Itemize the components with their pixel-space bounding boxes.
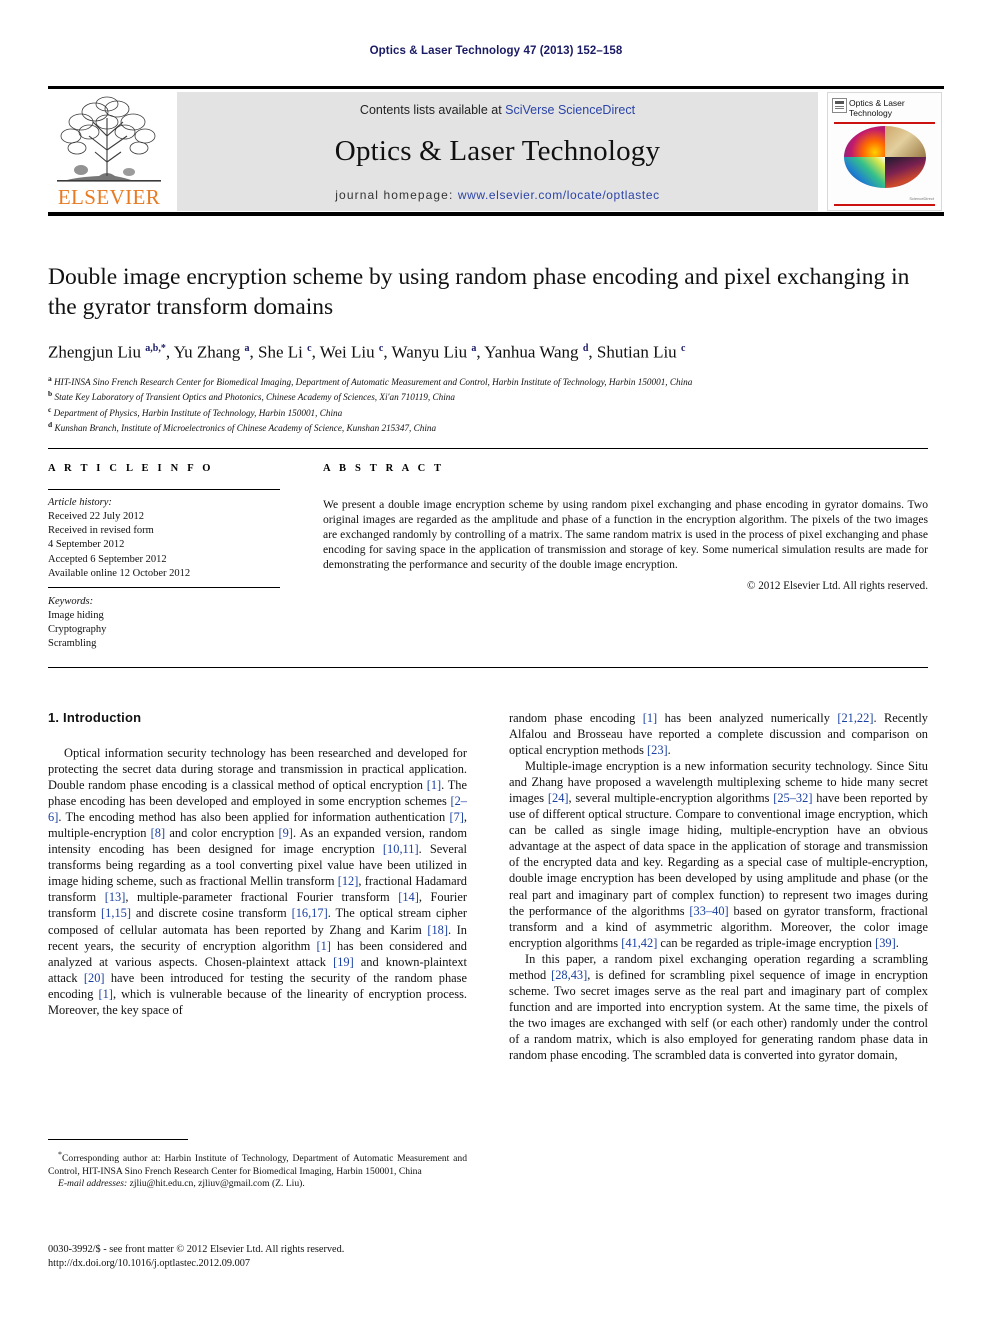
infoband-top-rule (48, 448, 928, 449)
abstract-text: We present a double image encryption sch… (323, 498, 928, 572)
cover-montage-image (844, 126, 926, 188)
journal-cover-thumbnail[interactable]: Optics & Laser Technology ScienceDirect (827, 92, 942, 211)
imprint-line-doi[interactable]: http://dx.doi.org/10.1016/j.optlastec.20… (48, 1257, 548, 1271)
article-history-rule-bottom (48, 587, 280, 589)
running-head: Optics & Laser Technology 47 (2013) 152–… (369, 45, 623, 57)
body-paragraph: Multiple-image encryption is a new infor… (509, 759, 928, 950)
footnote-block: *Corresponding author at: Harbin Institu… (48, 1149, 467, 1190)
cover-quadrant-br (885, 157, 926, 188)
cover-red-rule-bottom (834, 204, 935, 206)
body-paragraph: Optical information security technology … (48, 746, 468, 1017)
abstract-heading: A B S T R A C T (323, 463, 445, 474)
journal-masthead: ELSEVIER Contents lists available at Sci… (48, 86, 944, 216)
cover-quadrant-tl (844, 126, 885, 157)
keyword-item: Cryptography (48, 624, 107, 636)
body-column-right: random phase encoding [1] has been analy… (509, 710, 928, 1063)
cover-red-rule-top (834, 122, 935, 124)
article-history-item: Accepted 6 September 2012 (48, 553, 167, 565)
masthead-bottom-rule (48, 212, 944, 216)
masthead-top-rule (48, 86, 944, 89)
affiliation-item: b State Key Laboratory of Transient Opti… (48, 389, 455, 403)
article-history-item: Received 22 July 2012 (48, 511, 144, 522)
imprint-block: 0030-3992/$ - see front matter © 2012 El… (48, 1243, 548, 1271)
masthead-center-panel: Contents lists available at SciVerse Sci… (177, 92, 818, 211)
affiliation-list: a HIT-INSA Sino French Research Center f… (48, 373, 928, 435)
contents-prefix: Contents lists available at (359, 103, 506, 117)
author-list: Zhengjun Liu a,b,*, Yu Zhang a, She Li c… (48, 342, 686, 362)
body-paragraph: In this paper, a random pixel exchanging… (509, 951, 929, 1062)
keyword-item: Scrambling (48, 638, 97, 650)
elsevier-logo: ELSEVIER (50, 92, 168, 210)
elsevier-tree-icon (57, 96, 161, 182)
abstract-copyright: © 2012 Elsevier Ltd. All rights reserved… (747, 580, 928, 593)
cover-title: Optics & Laser Technology (849, 98, 905, 118)
journal-homepage-line: journal homepage: www.elsevier.com/locat… (177, 188, 818, 202)
cover-quadrant-tr (885, 126, 926, 157)
corresponding-author-note: *Corresponding author at: Harbin Institu… (48, 1150, 467, 1177)
cover-footnote: ScienceDirect (909, 196, 934, 201)
body-columns: 1. Introduction Optical information secu… (48, 710, 928, 1210)
cover-title-line1: Optics & Laser (849, 98, 905, 108)
abstract-column: We present a double image encryption sch… (323, 497, 928, 592)
contents-available-line: Contents lists available at SciVerse Sci… (177, 92, 818, 117)
affiliation-item: d Kunshan Branch, Institute of Microelec… (48, 420, 437, 434)
homepage-prefix: journal homepage: (335, 188, 458, 202)
cover-title-line2: Technology (849, 108, 893, 118)
footnote-rule (48, 1139, 188, 1140)
email-note: E-mail addresses: zjliu@hit.edu.cn, zjli… (58, 1178, 305, 1189)
body-column-left: 1. Introduction Optical information secu… (48, 710, 467, 1018)
article-history-item: Available online 12 October 2012 (48, 567, 191, 579)
article-info-heading: A R T I C L E I N F O (48, 463, 214, 474)
journal-homepage-link[interactable]: www.elsevier.com/locate/optlastec (458, 188, 660, 202)
affiliation-item: a HIT-INSA Sino French Research Center f… (48, 373, 693, 387)
paper-page: Optics & Laser Technology 47 (2013) 152–… (0, 0, 992, 1323)
title-block: Double image encryption scheme by using … (48, 262, 928, 435)
keywords-label: Keywords: (48, 596, 94, 608)
sciencedirect-link[interactable]: SciVerse ScienceDirect (505, 103, 635, 117)
cover-header: Optics & Laser Technology (832, 98, 939, 118)
keyword-item: Image hiding (48, 610, 104, 622)
cover-inner: Optics & Laser Technology ScienceDirect (828, 93, 941, 210)
affiliation-item: c Department of Physics, Harbin Institut… (48, 404, 343, 418)
body-paragraph: random phase encoding [1] has been analy… (509, 711, 928, 758)
section-heading-introduction: 1. Introduction (48, 710, 142, 725)
article-history-label: Article history: (48, 497, 112, 508)
article-info-column: Article history: Received 22 July 2012 R… (48, 489, 280, 652)
article-history-rule-top (48, 489, 280, 490)
page-title: Double image encryption scheme by using … (48, 264, 910, 320)
journal-title: Optics & Laser Technology (334, 135, 661, 167)
cover-quadrant-bl (844, 157, 885, 188)
article-history-item: Received in revised form (48, 525, 154, 537)
article-history-item: 4 September 2012 (48, 539, 125, 551)
cover-publisher-icon (832, 98, 847, 113)
infoband-bottom-rule (48, 667, 928, 668)
imprint-line-issn: 0030-3992/$ - see front matter © 2012 El… (48, 1244, 345, 1255)
elsevier-wordmark: ELSEVIER (57, 185, 161, 209)
